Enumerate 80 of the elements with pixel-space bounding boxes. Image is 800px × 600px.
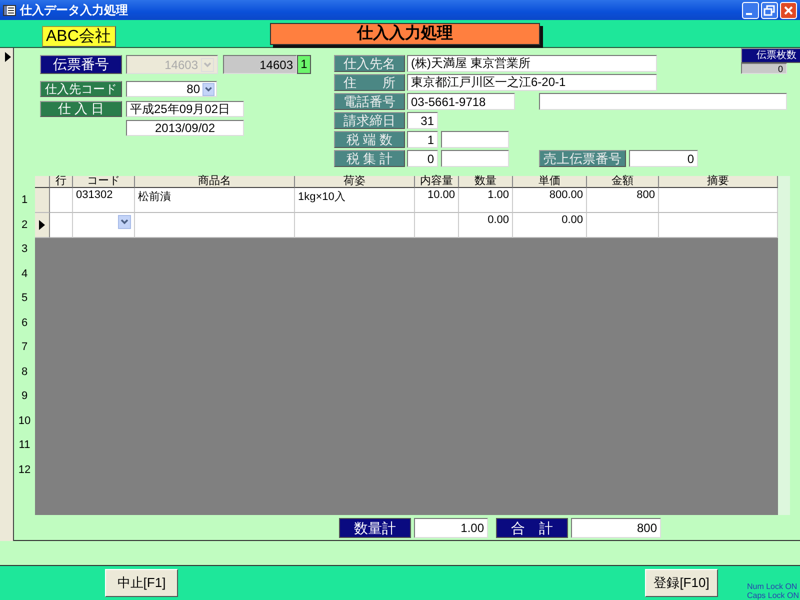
field-label: 税 集 計 [334,150,405,167]
minimize-button[interactable] [742,2,759,18]
total-field: 1.00 [414,518,488,538]
input-field[interactable]: 0 [629,150,698,167]
row-number: 10 [17,414,32,429]
date-field[interactable]: 平成25年09月02日 [126,101,244,117]
row-number: 2 [20,218,29,233]
restore-button[interactable] [761,2,778,18]
window-title: 仕入データ入力処理 [20,2,129,18]
input-field[interactable]: 1 [407,131,438,148]
table-cell: 800.00 [513,188,587,213]
input-field[interactable]: (株)天満屋 東京営業所 [407,55,657,72]
column-header: 数量 [459,176,513,188]
company-label: ABC会社 [42,26,116,47]
field-label: 請求締日 [334,112,405,129]
input-field[interactable] [441,150,509,167]
column-header: 荷姿 [295,176,415,188]
row-number: 11 [18,438,32,454]
cancel-button[interactable]: 中止[F1] [105,569,178,597]
field-label: 仕入先コード [40,81,122,97]
corner-header [35,176,50,188]
row-number: 1 [20,193,29,208]
column-header: 商品名 [135,176,295,188]
field-label: 仕入先名 [334,55,405,72]
total-label: 数量計 [339,518,411,538]
table-cell: 0.00 [513,213,587,238]
column-header: 行 [50,176,73,188]
field-label: 住 所 [334,74,405,91]
total-field: 800 [571,518,661,538]
column-header: コード [73,176,135,188]
input-field[interactable]: 31 [407,112,438,129]
input-field[interactable]: 東京都江戸川区一之江6-20-1 [407,74,657,91]
form-title: 仕入入力処理 [270,23,540,45]
field-label: 仕 入 日 [40,101,122,117]
supplier-code-combo[interactable]: 80 [126,81,217,97]
column-header: 単価 [513,176,587,188]
column-header: 内容量 [415,176,459,188]
field-label: 伝票番号 [40,55,122,74]
record-selector-icon [5,52,11,62]
row-number: 5 [20,291,29,306]
total-label: 合 計 [496,518,568,538]
date-field[interactable]: 2013/09/02 [126,120,244,136]
table-cell: 10.00 [415,188,459,213]
table-cell: 031302 [73,188,135,213]
slip-number-field: 14603 [223,55,297,74]
slip-number-combo: 14603 [126,55,218,74]
status-text: Num Lock ON [746,582,798,591]
row-number: 6 [20,316,29,331]
row-number: 9 [20,389,29,404]
row-number: 8 [20,364,29,380]
row-selector[interactable] [35,213,50,238]
table-cell: 0.00 [459,213,513,238]
input-field[interactable] [539,93,787,110]
input-field[interactable] [441,131,509,148]
table-cell: 松前漬 [135,188,295,213]
row-number: 3 [20,242,29,258]
table-cell [50,188,73,213]
input-field[interactable]: 0 [407,150,438,167]
register-button[interactable]: 登録[F10] [645,569,718,597]
status-text: Caps Lock ON [746,591,799,600]
form-icon [3,4,16,16]
slip-count-field: 0 [741,63,787,74]
close-button[interactable] [780,2,797,18]
table-cell [50,213,73,238]
table-cell [587,213,659,238]
table-cell: 1.00 [459,188,513,213]
input-field[interactable]: 03-5661-9718 [407,93,515,110]
table-cell [415,213,459,238]
column-header: 金額 [587,176,659,188]
field-label: 伝票枚数 [741,48,800,63]
field-label: 税 端 数 [334,131,405,148]
row-number: 7 [20,340,29,356]
table-cell: 800 [587,188,659,213]
row-number: 12 [17,462,32,478]
row-number: 4 [20,266,29,282]
field-label: 電話番号 [334,93,405,110]
column-header: 摘要 [659,176,778,188]
count-badge: 1 [297,55,311,74]
table-cell: 1kg×10入 [295,188,415,213]
field-label: 売上伝票番号 [539,150,626,167]
